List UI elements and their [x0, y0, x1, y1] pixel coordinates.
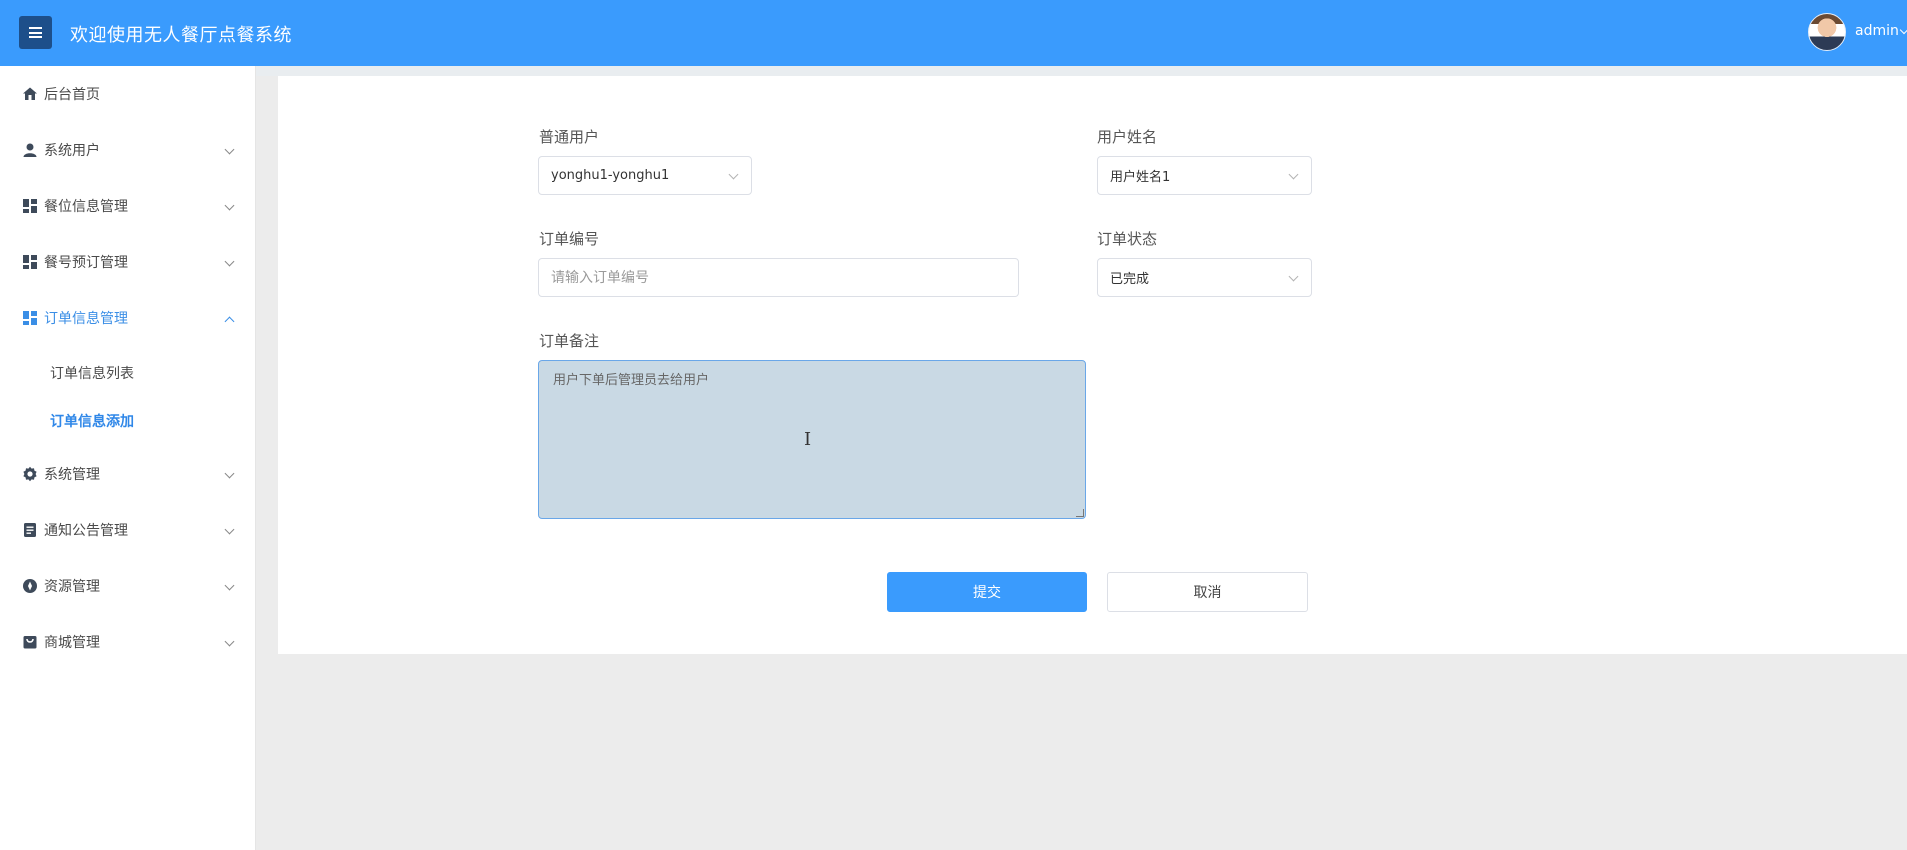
name-label: 用户姓名 [1097, 128, 1158, 146]
chevron-down-icon [224, 636, 235, 647]
status-select[interactable]: 已完成 [1097, 258, 1312, 297]
chevron-down-icon [224, 144, 235, 155]
sidebar-item-home[interactable]: 后台首页 [0, 66, 256, 122]
order-form-panel [278, 76, 1907, 654]
sidebar-item-resources[interactable]: 资源管理 [0, 558, 256, 614]
compass-icon [22, 578, 38, 594]
sidebar-item-label: 订单信息管理 [44, 311, 128, 327]
user-name: admin [1855, 23, 1899, 39]
sidebar-item-label: 系统用户 [44, 143, 100, 159]
chevron-down-icon [1288, 169, 1299, 180]
user-label: 普通用户 [539, 128, 600, 146]
chevron-up-icon [224, 316, 235, 327]
status-select-value: 已完成 [1110, 272, 1150, 287]
sidebar-item-seat-info[interactable]: 餐位信息管理 [0, 178, 256, 234]
document-icon [22, 522, 38, 538]
sidebar-item-label: 通知公告管理 [44, 523, 128, 539]
sidebar-subitem-order-list[interactable]: 订单信息列表 [0, 350, 256, 396]
sidebar-item-mall[interactable]: 商城管理 [0, 614, 256, 670]
status-label: 订单状态 [1097, 230, 1158, 248]
user-icon [22, 142, 38, 158]
user-avatar[interactable] [1808, 13, 1846, 51]
sidebar-item-reservation[interactable]: 餐号预订管理 [0, 234, 256, 290]
chevron-down-icon [224, 524, 235, 535]
bag-icon [22, 634, 38, 650]
sidebar-item-label: 系统管理 [44, 467, 100, 483]
dashboard-icon [22, 254, 38, 270]
chevron-down-icon [224, 580, 235, 591]
gear-icon [22, 466, 38, 482]
chevron-down-icon [224, 200, 235, 211]
sidebar-item-label: 餐号预订管理 [44, 255, 128, 271]
text-cursor-icon: I [804, 429, 812, 450]
chevron-down-icon [728, 169, 739, 180]
chevron-down-icon [1899, 25, 1907, 34]
name-select[interactable]: 用户姓名1 [1097, 156, 1312, 195]
sidebar-item-announcements[interactable]: 通知公告管理 [0, 502, 256, 558]
sidebar-subitem-order-add[interactable]: 订单信息添加 [0, 398, 256, 444]
dashboard-icon [22, 198, 38, 214]
chevron-down-icon [1288, 271, 1299, 282]
resize-handle-icon[interactable] [1076, 509, 1084, 517]
sidebar-subitem-label: 订单信息添加 [50, 414, 134, 430]
remark-textarea[interactable]: 用户下单后管理员去给用户 [538, 360, 1086, 519]
sidebar-subitem-label: 订单信息列表 [50, 366, 134, 382]
sidebar-item-order-info[interactable]: 订单信息管理 [0, 290, 256, 346]
user-menu[interactable]: admin [1855, 23, 1907, 39]
user-select-value: yonghu1-yonghu1 [551, 168, 670, 183]
order-no-label: 订单编号 [539, 230, 600, 248]
sidebar-item-label: 餐位信息管理 [44, 199, 128, 215]
top-header: 欢迎使用无人餐厅点餐系统 admin [0, 0, 1907, 66]
sidebar-item-system-users[interactable]: 系统用户 [0, 122, 256, 178]
sidebar-item-label: 商城管理 [44, 635, 100, 651]
chevron-down-icon [224, 256, 235, 267]
chevron-down-icon [224, 468, 235, 479]
app-title: 欢迎使用无人餐厅点餐系统 [70, 25, 292, 46]
name-select-value: 用户姓名1 [1110, 170, 1171, 185]
sidebar-item-label: 资源管理 [44, 579, 100, 595]
sidebar-item-system-management[interactable]: 系统管理 [0, 446, 256, 502]
dashboard-icon [22, 310, 38, 326]
remark-label: 订单备注 [539, 332, 600, 350]
order-no-input[interactable] [538, 258, 1019, 297]
sidebar-item-label: 后台首页 [44, 87, 100, 103]
sidebar: 后台首页 系统用户 餐位信息管理 餐号预订管理 订单信息管理 订单信息列表 订单… [0, 66, 256, 850]
home-icon [22, 86, 38, 102]
content-top-strip [256, 66, 1907, 76]
hamburger-menu-icon[interactable] [19, 16, 52, 49]
user-select[interactable]: yonghu1-yonghu1 [538, 156, 752, 195]
submit-button[interactable]: 提交 [887, 572, 1087, 612]
cancel-button[interactable]: 取消 [1107, 572, 1308, 612]
